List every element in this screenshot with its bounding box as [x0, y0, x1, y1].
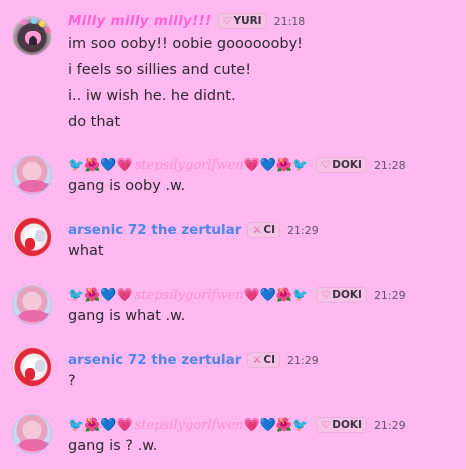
username-suffix-emojis: 💗💙🌺🐦: [243, 417, 309, 433]
avatar[interactable]: [12, 285, 52, 325]
role-tag-label: DOKI: [332, 419, 362, 431]
username[interactable]: stepsilygorlfwen: [135, 158, 244, 173]
avatar[interactable]: [12, 155, 52, 195]
message-text: gang is ? .w.: [68, 438, 158, 454]
username[interactable]: arsenic 72 the zertular: [68, 352, 241, 368]
heart-outline-icon: ♡: [321, 419, 331, 431]
role-tag[interactable]: ♡ DOKI: [316, 157, 367, 173]
message-header: 🐦🌺💙💗 stepsilygorlfwen 💗💙🌺🐦 ♡ DOKI 21:29: [68, 284, 406, 306]
username-suffix-emojis: 💗💙🌺🐦: [243, 287, 309, 303]
message-text: im soo ooby!! oobie gooooooby!: [68, 36, 303, 52]
timestamp[interactable]: 21:29: [287, 224, 319, 237]
role-tag-label: CI: [263, 224, 276, 236]
timestamp[interactable]: 21:18: [274, 15, 306, 28]
username[interactable]: stepsilygorlfwen: [135, 418, 244, 433]
message-text: ?: [68, 373, 76, 389]
timestamp[interactable]: 21:29: [374, 419, 406, 432]
heart-outline-icon: ♡: [222, 15, 232, 27]
avatar[interactable]: [12, 347, 52, 387]
role-tag[interactable]: ♡ YURI: [217, 13, 267, 29]
message-text: do that: [68, 114, 121, 130]
avatar[interactable]: [12, 16, 52, 56]
role-tag[interactable]: ♡ DOKI: [316, 417, 367, 433]
timestamp[interactable]: 21:29: [374, 289, 406, 302]
username-prefix-emojis: 🐦🌺💙💗: [68, 417, 133, 433]
message-text: i.. iw wish he. he didnt.: [68, 88, 236, 104]
message-header: 🐦🌺💙💗 stepsilygorlfwen 💗💙🌺🐦 ♡ DOKI 21:29: [68, 414, 406, 436]
username-prefix-emojis: 🐦🌺💙💗: [68, 157, 133, 173]
message-header: arsenic 72 the zertular ⚔ CI 21:29: [68, 219, 319, 241]
message-text: what: [68, 243, 104, 259]
message-text: gang is what .w.: [68, 308, 186, 324]
role-tag[interactable]: ♡ DOKI: [316, 287, 367, 303]
message-text: gang is ooby .w.: [68, 178, 186, 194]
role-tag-label: CI: [263, 354, 276, 366]
username[interactable]: stepsilygorlfwen: [135, 288, 244, 303]
message-header: arsenic 72 the zertular ⚔ CI 21:29: [68, 349, 319, 371]
heart-outline-icon: ♡: [321, 159, 331, 171]
sword-icon: ⚔: [252, 224, 262, 236]
message-text: i feels so sillies and cute!: [68, 62, 252, 78]
role-tag-label: DOKI: [332, 159, 362, 171]
avatar[interactable]: [12, 414, 52, 454]
message-header: 🐦🌺💙💗 stepsilygorlfwen 💗💙🌺🐦 ♡ DOKI 21:28: [68, 154, 406, 176]
timestamp[interactable]: 21:29: [287, 354, 319, 367]
sword-icon: ⚔: [252, 354, 262, 366]
username[interactable]: Milly milly milly!!!: [68, 13, 212, 29]
role-tag-label: DOKI: [332, 289, 362, 301]
role-tag[interactable]: ⚔ CI: [247, 222, 281, 238]
role-tag[interactable]: ⚔ CI: [247, 352, 281, 368]
username-prefix-emojis: 🐦🌺💙💗: [68, 287, 133, 303]
role-tag-label: YURI: [233, 15, 262, 27]
avatar[interactable]: [12, 217, 52, 257]
heart-outline-icon: ♡: [321, 289, 331, 301]
username[interactable]: arsenic 72 the zertular: [68, 222, 241, 238]
username-suffix-emojis: 💗💙🌺🐦: [243, 157, 309, 173]
message-header: Milly milly milly!!! ♡ YURI 21:18: [68, 10, 305, 32]
timestamp[interactable]: 21:28: [374, 159, 406, 172]
